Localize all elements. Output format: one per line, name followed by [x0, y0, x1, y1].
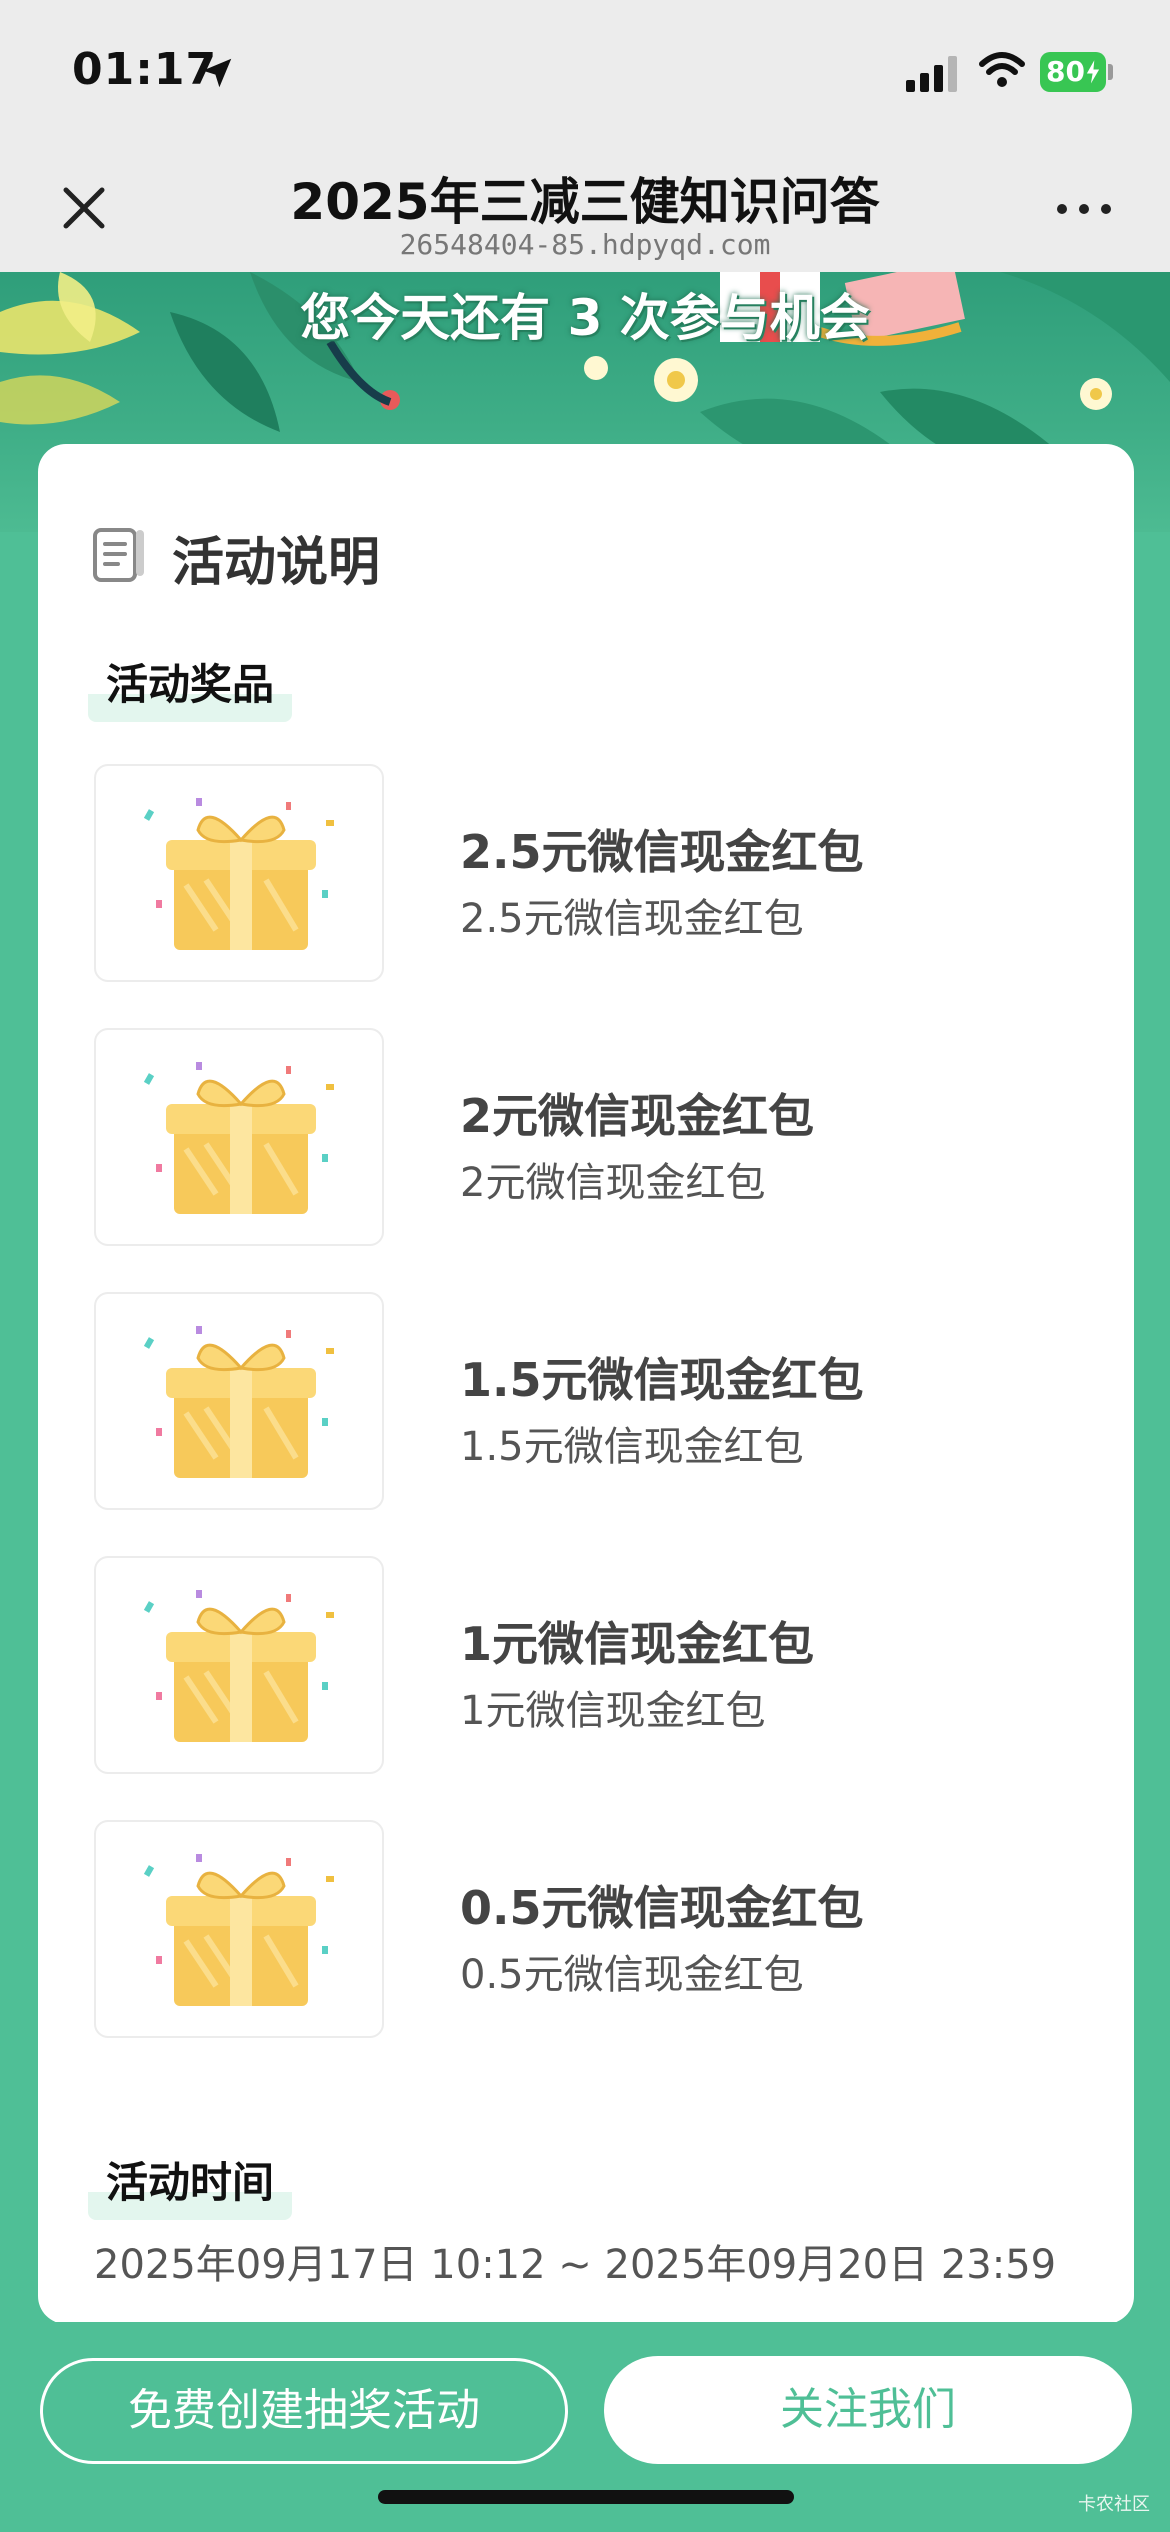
- gift-box-icon: [143, 1854, 334, 2006]
- prize-image: [94, 1556, 384, 1774]
- gift-box-icon: [143, 1590, 334, 1742]
- prize-image: [94, 1292, 384, 1510]
- location-arrow-icon: [202, 58, 232, 88]
- charging-bolt-icon: [1085, 58, 1101, 86]
- follow-us-button[interactable]: 关注我们: [604, 2356, 1132, 2464]
- prize-description: 2.5元微信现金红包: [460, 896, 804, 942]
- battery-tip: [1108, 64, 1113, 80]
- prize-item: 1.5元微信现金红包 1.5元微信现金红包: [94, 1292, 1094, 1512]
- more-options-icon[interactable]: [1054, 194, 1114, 224]
- page-url: 26548404-85.hdpyqd.com: [399, 228, 771, 261]
- prize-image: [94, 1820, 384, 2038]
- watermark: 卡农社区: [1078, 2494, 1150, 2515]
- prize-description: 2元微信现金红包: [460, 1160, 766, 1206]
- status-time: 01:17: [72, 44, 218, 95]
- prize-name: 2元微信现金红包: [460, 1089, 815, 1143]
- remaining-chances-text: 您今天还有 3 次参与机会: [300, 289, 870, 347]
- document-icon: [93, 528, 144, 582]
- gift-box-icon: [143, 1062, 334, 1214]
- prize-name: 1.5元微信现金红包: [460, 1353, 864, 1407]
- section-title: 活动说明: [172, 533, 381, 593]
- wifi-icon: [979, 52, 1025, 87]
- activity-time-range: 2025年09月17日 10:12 ~ 2025年09月20日 23:59: [94, 2242, 1057, 2288]
- prize-image: [94, 764, 384, 982]
- prize-description: 0.5元微信现金红包: [460, 1952, 804, 1998]
- prize-item: 2.5元微信现金红包 2.5元微信现金红包: [94, 764, 1094, 984]
- prize-description: 1.5元微信现金红包: [460, 1424, 804, 1470]
- time-heading: 活动时间: [88, 2150, 293, 2220]
- prize-item: 0.5元微信现金红包 0.5元微信现金红包: [94, 1820, 1094, 2040]
- title-bar: 2025年三减三健知识问答 26548404-85.hdpyqd.com: [0, 150, 1170, 272]
- prizes-heading: 活动奖品: [88, 652, 293, 722]
- page-title: 2025年三减三健知识问答: [290, 173, 880, 231]
- gift-box-icon: [143, 1326, 334, 1478]
- gift-box-icon: [143, 798, 334, 950]
- status-bar: 01:17 80: [0, 0, 1170, 150]
- home-indicator: [378, 2490, 794, 2504]
- activity-info-card: 活动说明 活动奖品 2.5元微信现金红包 2.5元微信现金红包 2元微信现金红包…: [38, 444, 1134, 2324]
- prize-item: 1元微信现金红包 1元微信现金红包: [94, 1556, 1094, 1776]
- prize-description: 1元微信现金红包: [460, 1688, 766, 1734]
- prize-image: [94, 1028, 384, 1246]
- battery-level: 80: [1046, 55, 1085, 88]
- prize-name: 0.5元微信现金红包: [460, 1881, 864, 1935]
- cellular-signal-icon: [906, 56, 957, 92]
- prize-name: 1元微信现金红包: [460, 1617, 815, 1671]
- prize-item: 2元微信现金红包 2元微信现金红包: [94, 1028, 1094, 1248]
- create-lottery-button[interactable]: 免费创建抽奖活动: [40, 2358, 568, 2464]
- prize-name: 2.5元微信现金红包: [460, 825, 864, 879]
